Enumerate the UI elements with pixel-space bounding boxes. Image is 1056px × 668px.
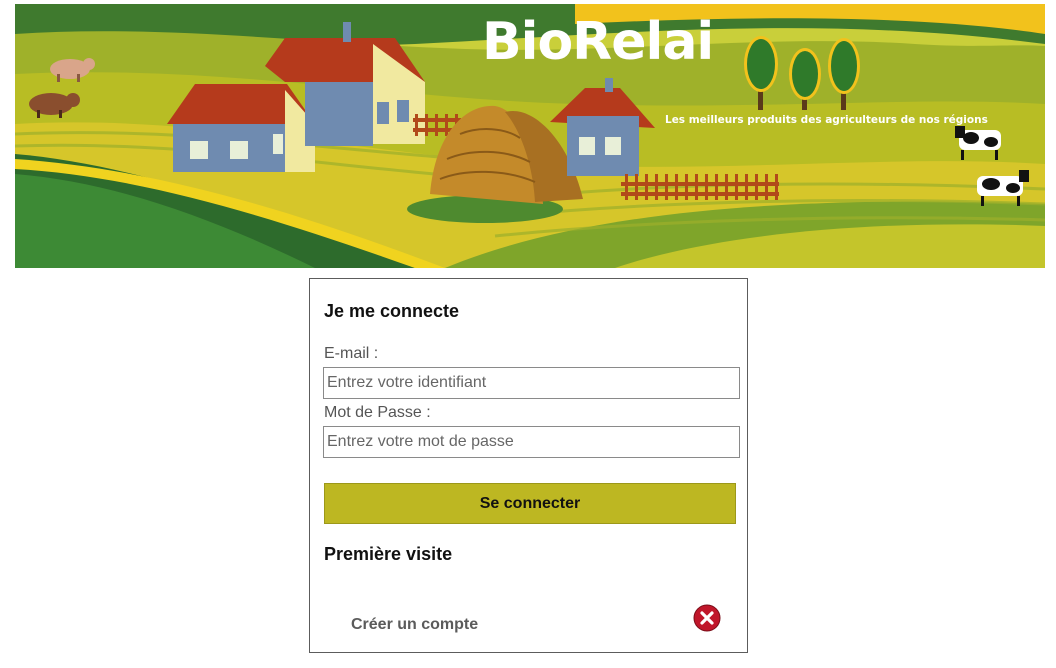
email-field[interactable]	[323, 367, 740, 399]
create-account-link[interactable]: Créer un compte	[351, 616, 478, 634]
login-title: Je me connecte	[324, 301, 460, 321]
first-visit-title: Première visite	[324, 544, 453, 564]
header-banner: BioRelai Les meilleurs produits des agri…	[15, 4, 1045, 268]
password-label: Mot de Passe :	[324, 404, 431, 421]
brand-logo-text: BioRelai	[482, 12, 714, 72]
tagline: Les meilleurs produits des agriculteurs …	[665, 114, 988, 126]
password-field[interactable]	[323, 426, 740, 458]
close-icon[interactable]	[693, 604, 721, 632]
login-button[interactable]: Se connecter	[324, 483, 736, 524]
login-panel: Je me connecte E-mail : Mot de Passe : S…	[309, 278, 748, 653]
email-label: E-mail :	[324, 345, 379, 362]
